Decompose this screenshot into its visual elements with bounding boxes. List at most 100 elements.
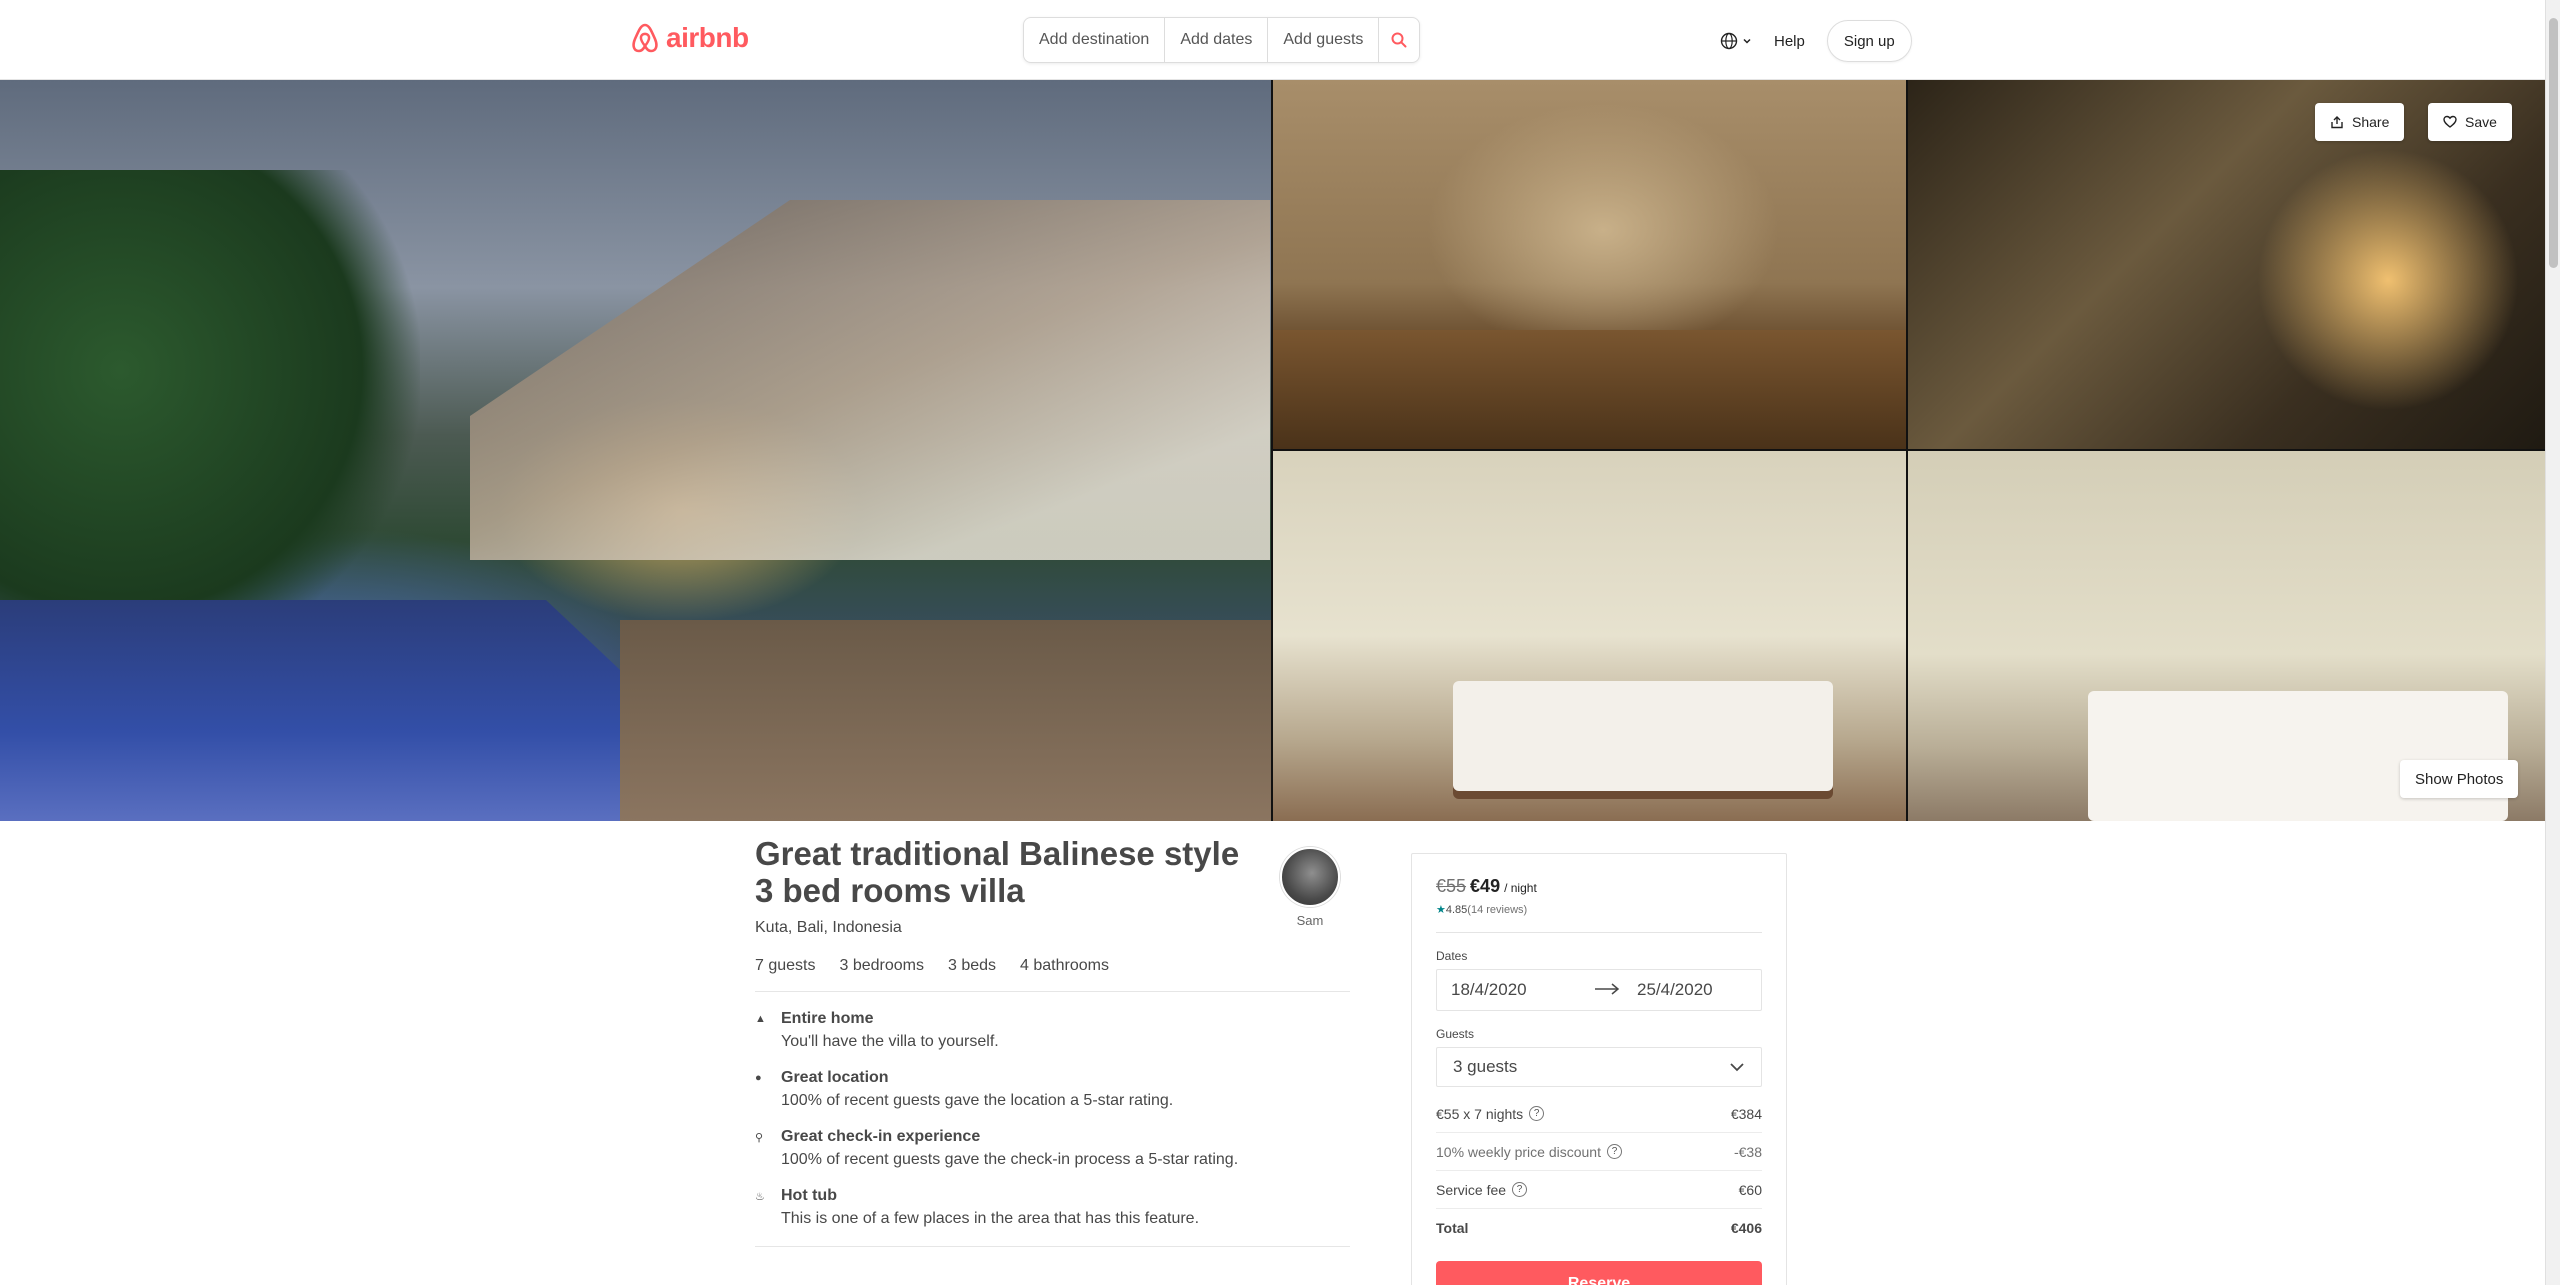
- photo-table-surface: [1273, 330, 1906, 449]
- listing-details: Great traditional Balinese style 3 bed r…: [755, 835, 1355, 1247]
- photo-garden-plants: [0, 170, 420, 640]
- airbnb-logo-text: airbnb: [666, 22, 749, 53]
- host-name: Sam: [1296, 913, 1324, 928]
- save-button[interactable]: Save: [2428, 103, 2512, 141]
- host-profile[interactable]: Sam: [1275, 847, 1345, 928]
- share-button[interactable]: Share: [2315, 103, 2405, 141]
- highlight-desc: 100% of recent guests gave the check-in …: [781, 1151, 1239, 1168]
- section-divider: [755, 1246, 1350, 1247]
- date-range-picker: 18/4/2020 25/4/2020: [1436, 969, 1762, 1011]
- rating-summary[interactable]: ★4.85(14 reviews): [1436, 903, 1762, 916]
- rating-value: 4.85: [1445, 904, 1468, 916]
- price-row: €55 €49 / night: [1436, 876, 1762, 897]
- location-pin-icon: ●: [755, 1072, 762, 1084]
- search-button[interactable]: [1379, 18, 1419, 62]
- airbnb-logo-icon: [632, 23, 658, 53]
- chevron-down-icon: [1743, 38, 1751, 44]
- chevron-down-icon: [1730, 1063, 1744, 1072]
- language-selector[interactable]: [1720, 32, 1752, 50]
- search-bar: Add destination Add dates Add guests: [1023, 17, 1420, 63]
- star-icon: ★: [1436, 904, 1446, 916]
- highlight-hot-tub: ♨ Hot tub This is one of a few places in…: [755, 1187, 1355, 1228]
- photo-gallery: [0, 80, 2545, 821]
- booking-divider: [1436, 932, 1762, 933]
- photo-deck: [620, 620, 1271, 821]
- price-breakdown: €55 x 7 nights? €384 10% weekly price di…: [1436, 1095, 1762, 1247]
- total-value: €406: [1730, 1220, 1762, 1236]
- discounted-price: €49: [1470, 876, 1501, 896]
- highlight-title: Hot tub: [781, 1187, 837, 1204]
- photo-bedroom-1[interactable]: [1273, 451, 1906, 821]
- nav-right: Help Sign up: [1720, 20, 1912, 62]
- globe-icon: [1720, 32, 1738, 50]
- listing-highlights: ▲ Entire home You'll have the villa to y…: [755, 1010, 1355, 1228]
- airbnb-logo[interactable]: airbnb: [630, 22, 749, 54]
- listing-page: airbnb Add destination Add dates Add gue…: [0, 0, 2560, 1285]
- highlight-desc: This is one of a few places in the area …: [781, 1210, 1200, 1227]
- booking-card: €55 €49 / night ★4.85(14 reviews) Dates …: [1411, 853, 1787, 1285]
- save-label: Save: [2465, 114, 2497, 130]
- guests-label: Guests: [1436, 1027, 1475, 1041]
- highlight-title: Entire home: [781, 1010, 874, 1027]
- question-icon[interactable]: ?: [1512, 1182, 1528, 1197]
- discount-row: 10% weekly price discount? -€38: [1436, 1133, 1762, 1171]
- page-scrollbar[interactable]: [2545, 0, 2560, 1285]
- hot-tub-icon: ♨: [755, 1191, 765, 1203]
- signup-button[interactable]: Sign up: [1826, 20, 1912, 62]
- discount-value: -€38: [1733, 1143, 1762, 1160]
- search-icon: [1391, 32, 1407, 48]
- search-guests[interactable]: Add guests: [1268, 18, 1380, 62]
- photo-villa-roof: [470, 200, 1270, 560]
- photo-bed: [2088, 691, 2508, 821]
- top-nav: airbnb Add destination Add dates Add gue…: [0, 0, 2545, 80]
- reserve-button[interactable]: Reserve: [1436, 1261, 1762, 1285]
- fact-bedrooms: 3 bedrooms: [839, 957, 924, 974]
- fact-beds: 3 beds: [947, 957, 997, 974]
- guests-select[interactable]: 3 guests: [1436, 1047, 1762, 1087]
- highlight-title: Great check-in experience: [781, 1128, 981, 1145]
- photo-dining-table[interactable]: [1273, 80, 1906, 449]
- home-icon: ▲: [755, 1013, 766, 1025]
- highlight-title: Great location: [781, 1069, 889, 1086]
- question-icon[interactable]: ?: [1606, 1144, 1622, 1159]
- share-icon: [2331, 116, 2343, 129]
- original-price: €55: [1436, 876, 1467, 896]
- review-count: (14 reviews): [1467, 904, 1528, 916]
- share-label: Share: [2352, 114, 2390, 130]
- nightly-total-label: €55 x 7 nights: [1436, 1105, 1524, 1122]
- arrow-right-icon: [1587, 980, 1627, 1000]
- search-destination[interactable]: Add destination: [1024, 18, 1166, 62]
- photo-main-pool[interactable]: [0, 80, 1271, 821]
- heart-icon: [2443, 115, 2457, 128]
- per-night-label: / night: [1504, 881, 1537, 895]
- total-row: Total €406: [1436, 1209, 1762, 1247]
- service-fee-label: Service fee: [1436, 1181, 1507, 1198]
- nightly-total-value: €384: [1730, 1105, 1762, 1122]
- show-photos-button[interactable]: Show Photos: [2400, 760, 2519, 798]
- highlight-desc: You'll have the villa to yourself.: [781, 1033, 999, 1050]
- total-label: Total: [1436, 1220, 1469, 1236]
- listing-location[interactable]: Kuta, Bali, Indonesia: [755, 919, 1355, 937]
- highlight-great-location: ● Great location 100% of recent guests g…: [755, 1069, 1355, 1110]
- fact-guests: 7 guests: [755, 957, 816, 974]
- highlight-check-in: ⚲ Great check-in experience 100% of rece…: [755, 1128, 1355, 1169]
- service-fee-value: €60: [1738, 1181, 1762, 1198]
- fact-bathrooms: 4 bathrooms: [1020, 957, 1109, 974]
- scrollbar-thumb[interactable]: [2549, 18, 2558, 268]
- check-in-field[interactable]: 18/4/2020: [1437, 980, 1587, 1000]
- service-fee-row: Service fee? €60: [1436, 1171, 1762, 1209]
- highlight-desc: 100% of recent guests gave the location …: [781, 1092, 1174, 1109]
- section-divider: [755, 991, 1350, 992]
- check-out-field[interactable]: 25/4/2020: [1627, 980, 1713, 1000]
- dates-label: Dates: [1436, 949, 1468, 963]
- question-icon[interactable]: ?: [1529, 1106, 1545, 1121]
- listing-title: Great traditional Balinese style 3 bed r…: [755, 835, 1240, 909]
- photo-bed: [1453, 681, 1833, 791]
- listing-facts: 7 guests 3 bedrooms 3 beds 4 bathrooms: [755, 957, 1355, 975]
- key-icon: ⚲: [755, 1132, 764, 1144]
- nightly-total-row: €55 x 7 nights? €384: [1436, 1095, 1762, 1133]
- host-avatar[interactable]: [1280, 847, 1340, 907]
- search-dates[interactable]: Add dates: [1165, 18, 1269, 62]
- help-link[interactable]: Help: [1774, 33, 1805, 50]
- guests-value: 3 guests: [1453, 1057, 1518, 1076]
